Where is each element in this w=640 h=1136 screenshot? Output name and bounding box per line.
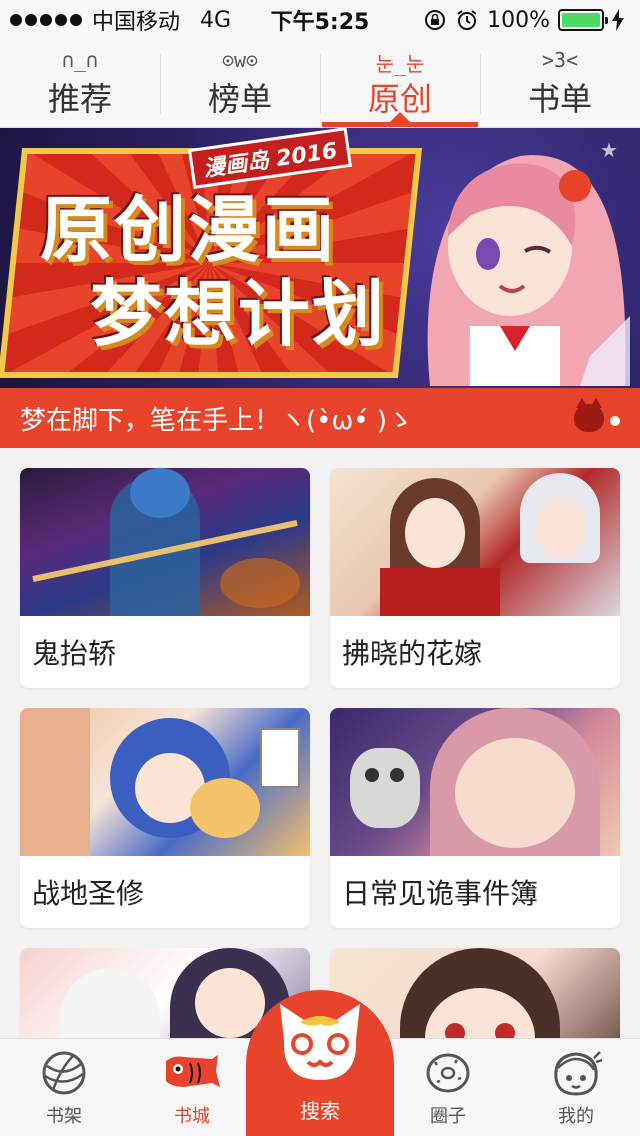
carrier-label: 中国移动 <box>92 10 181 35</box>
banner-character-illustration <box>427 155 630 386</box>
active-tab-indicator <box>390 112 410 122</box>
tabbar-label: 我的 <box>558 1106 594 1127</box>
tab-face: ∩_∩ <box>61 47 99 72</box>
comic-title: 拂晓的花嫁 <box>342 637 483 670</box>
donut-icon <box>420 1046 476 1100</box>
network-label: 4G <box>200 7 232 33</box>
comic-cover-image <box>20 468 310 616</box>
banner-title-line2: 梦想计划 <box>90 272 387 356</box>
banner-caption: 梦在脚下，笔在手上！ヽ(•̀ω•́ )ゝ <box>0 388 640 448</box>
banner-title-line1: 原创漫画 <box>40 188 337 272</box>
tab-face: 눈_눈 <box>375 51 425 76</box>
promo-banner[interactable]: ★ ★ ★ ★ 原创漫画 梦想计划 漫画岛 2016 <box>0 128 640 388</box>
search-button-label: 搜索 <box>300 1099 340 1123</box>
tab-original[interactable]: 눈_눈 原创 <box>320 40 480 127</box>
comic-title: 鬼抬轿 <box>32 637 117 670</box>
tab-face: >3< <box>541 47 579 72</box>
tabbar-bookshelf[interactable]: 书架 <box>0 1039 128 1136</box>
carousel-page-dot[interactable] <box>610 416 620 426</box>
tabbar-profile[interactable]: 我的 <box>512 1039 640 1136</box>
chibi-face-icon <box>548 1046 604 1100</box>
rotation-lock-icon <box>425 10 446 30</box>
banner-title: 原创漫画 梦想计划 <box>40 188 400 356</box>
tabbar-label: 书架 <box>46 1106 82 1127</box>
battery-percent: 100% <box>487 7 550 33</box>
tab-label: 书单 <box>527 79 592 118</box>
tab-booklists[interactable]: >3< 书单 <box>480 40 640 127</box>
tabbar-bookstore[interactable]: 书城 <box>128 1039 256 1136</box>
comic-cover-image <box>330 468 620 616</box>
cat-face-icon <box>280 1004 360 1080</box>
comic-card[interactable]: 拂晓的花嫁 <box>330 468 620 688</box>
status-left: 中国移动 4G <box>10 4 231 36</box>
comic-card[interactable]: 鬼抬轿 <box>20 468 310 688</box>
category-tabs: ∩_∩ 推荐 ⊙w⊙ 榜单 눈_눈 原创 >3< 书单 <box>0 40 640 128</box>
battery-icon <box>558 9 608 31</box>
tab-label: 榜单 <box>207 79 272 118</box>
comic-card[interactable]: 日常见诡事件簿 <box>330 708 620 928</box>
comic-cover-image <box>20 708 310 856</box>
tabbar-community[interactable]: 圈子 <box>384 1039 512 1136</box>
comic-title: 战地圣修 <box>32 877 145 910</box>
signal-strength-icon <box>10 14 82 26</box>
search-button[interactable]: 搜索 <box>246 990 394 1136</box>
tab-recommend[interactable]: ∩_∩ 推荐 <box>0 40 160 127</box>
status-bar: 中国移动 4G 下午5:25 100% <box>0 0 640 40</box>
tab-label: 推荐 <box>47 79 112 118</box>
comic-title: 日常见诡事件簿 <box>342 877 539 910</box>
comic-card[interactable]: 战地圣修 <box>20 708 310 928</box>
charging-icon <box>612 9 624 31</box>
tab-rankings[interactable]: ⊙w⊙ 榜单 <box>160 40 320 127</box>
banner-caption-text: 梦在脚下，笔在手上！ヽ(•̀ω•́ )ゝ <box>20 405 413 436</box>
status-right: 100% <box>423 8 624 33</box>
devil-cat-icon <box>574 398 604 432</box>
tabbar-label: 书城 <box>174 1106 210 1127</box>
comic-cover-image <box>330 708 620 856</box>
alarm-icon <box>457 10 477 30</box>
yarn-ball-icon <box>36 1046 92 1100</box>
carp-flag-icon <box>164 1046 220 1100</box>
tab-face: ⊙w⊙ <box>221 47 259 72</box>
tabbar-label: 圈子 <box>430 1106 466 1127</box>
